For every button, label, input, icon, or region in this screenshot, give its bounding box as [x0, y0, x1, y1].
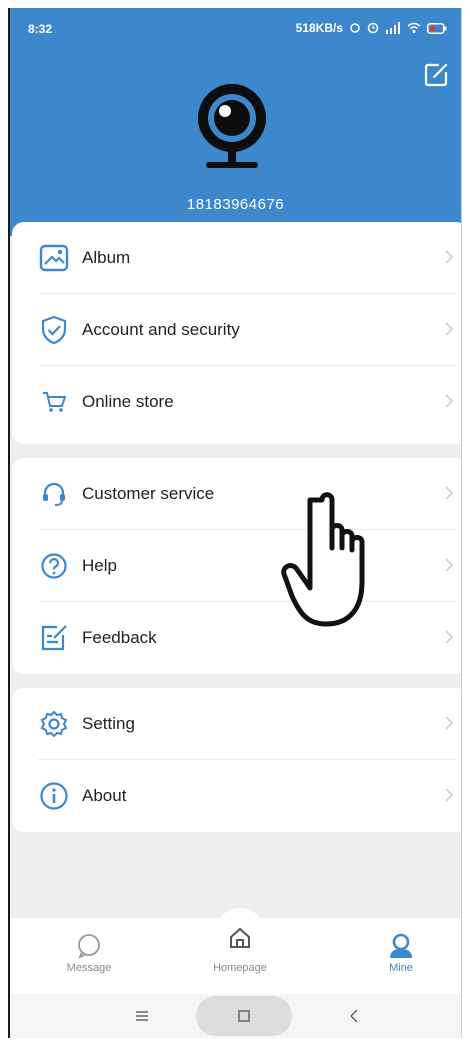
gear-icon — [38, 708, 70, 740]
menu-label: Account and security — [82, 320, 240, 339]
bottom-navigation: Message Homepage Mine — [10, 908, 461, 994]
menu-item-album[interactable]: Album — [12, 222, 461, 294]
menu-label: Feedback — [82, 628, 157, 647]
chevron-right-icon — [445, 250, 454, 264]
network-speed: 518KB/s — [295, 21, 343, 35]
menu-group-1: Album Account and security Online store — [12, 222, 461, 444]
nav-tab-message[interactable]: Message — [44, 926, 134, 974]
profile-header: 8:32 518KB/s 18183964676 — [10, 8, 461, 236]
message-icon — [75, 932, 103, 960]
home-button[interactable] — [232, 1004, 256, 1028]
app-frame: 8:32 518KB/s 18183964676 Album Account a… — [8, 8, 462, 1038]
shield-icon — [38, 314, 70, 346]
chevron-right-icon — [445, 486, 454, 500]
menu-item-account-security[interactable]: Account and security — [12, 294, 461, 366]
chevron-right-icon — [445, 788, 454, 802]
menu-button[interactable] — [130, 1004, 154, 1028]
menu-item-online-store[interactable]: Online store — [12, 366, 461, 438]
cart-icon — [38, 386, 70, 418]
feedback-icon — [38, 622, 70, 654]
chevron-right-icon — [445, 558, 454, 572]
camera-avatar-icon[interactable] — [192, 80, 272, 180]
chevron-right-icon — [445, 394, 454, 408]
headset-icon — [38, 478, 70, 510]
system-navigation-bar — [10, 994, 461, 1038]
menu-label: Setting — [82, 714, 135, 733]
menu-label: Album — [82, 248, 131, 267]
chevron-right-icon — [445, 322, 454, 336]
menu-label: Customer service — [82, 484, 215, 503]
help-icon — [38, 550, 70, 582]
status-indicators: 518KB/s — [296, 21, 447, 35]
square-icon — [238, 1010, 250, 1022]
user-icon — [387, 932, 415, 960]
user-phone-number: 18183964676 — [186, 196, 285, 213]
nav-label-homepage: Homepage — [213, 962, 267, 974]
menu-item-customer-service[interactable]: Customer service — [12, 458, 461, 530]
home-icon — [226, 924, 254, 952]
status-bar: 8:32 518KB/s — [10, 8, 461, 48]
nav-tab-mine[interactable]: Mine — [356, 926, 446, 974]
menu-item-about[interactable]: About — [12, 760, 461, 832]
chevron-right-icon — [445, 630, 454, 644]
edit-icon — [424, 63, 448, 87]
menu-group-2: Customer service Help Feedback — [12, 458, 461, 674]
alarm-icon — [367, 22, 379, 34]
menu-item-help[interactable]: Help — [12, 530, 461, 602]
nav-label-message: Message — [66, 962, 112, 974]
album-icon — [38, 242, 70, 274]
status-time: 8:32 — [28, 22, 53, 36]
info-icon — [38, 780, 70, 812]
menu-icon — [136, 1011, 148, 1021]
menu-label: About — [82, 786, 127, 805]
nav-label-mine: Mine — [389, 962, 413, 974]
battery-icon — [427, 22, 447, 34]
edit-profile-button[interactable] — [421, 60, 451, 90]
menu-item-feedback[interactable]: Feedback — [12, 602, 461, 674]
wifi-icon — [407, 22, 421, 33]
menu-group-3: Setting About — [12, 688, 461, 832]
hand-pointer-icon — [281, 492, 365, 627]
back-button[interactable] — [342, 1004, 366, 1028]
bluetooth-icon — [350, 23, 360, 33]
signal-icon — [386, 22, 400, 34]
menu-label: Online store — [82, 392, 174, 411]
menu-label: Help — [82, 556, 117, 575]
nav-tab-homepage[interactable]: Homepage — [195, 918, 285, 974]
back-icon — [349, 1009, 358, 1023]
menu-item-setting[interactable]: Setting — [12, 688, 461, 760]
chevron-right-icon — [445, 716, 454, 730]
